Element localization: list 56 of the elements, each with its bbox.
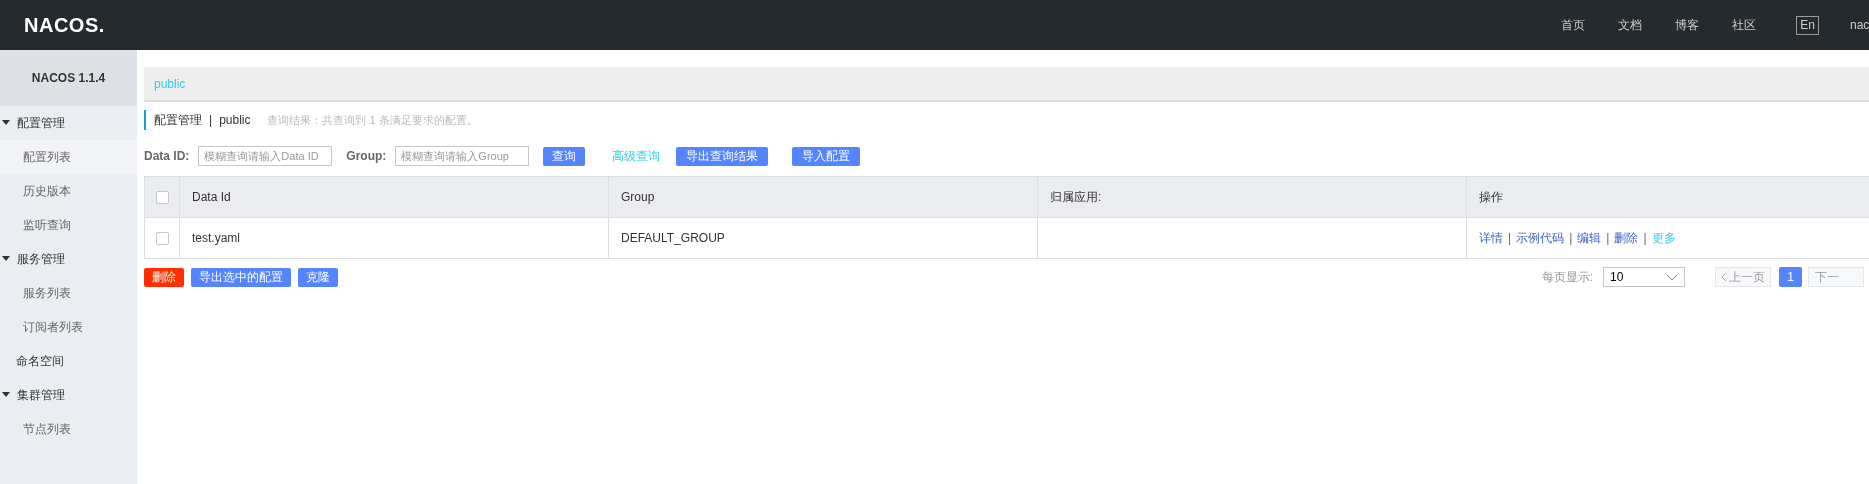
sidebar-item[interactable]: 历史版本	[0, 174, 137, 208]
page-size-label: 每页显示:	[1541, 269, 1593, 286]
nav-link[interactable]: 社区	[1732, 16, 1757, 34]
delete-button[interactable]: 删除	[144, 267, 184, 287]
sidebar-title: NACOS 1.1.4	[0, 50, 137, 106]
action-button[interactable]: 克隆	[298, 267, 338, 287]
sidebar-item[interactable]: 节点列表	[0, 412, 137, 446]
search-field[interactable]: 模糊查询请输入Group	[395, 146, 530, 166]
sidebar-group[interactable]: 服务管理	[0, 242, 137, 276]
page-button[interactable]: 1	[1779, 267, 1802, 287]
sidebar-item[interactable]: 订阅者列表	[0, 310, 137, 344]
caret-icon	[2, 256, 10, 262]
logo[interactable]: NACOS.	[24, 10, 105, 40]
page-size-select[interactable]: 10	[1603, 267, 1685, 287]
caret-icon	[2, 392, 10, 398]
separator: |	[1569, 230, 1573, 247]
table-cell-text: DEFAULT_GROUP	[621, 230, 725, 247]
language-button[interactable]: En	[1796, 15, 1819, 35]
field-label: Group:	[346, 148, 387, 165]
action-link[interactable]: 示例代码	[1516, 229, 1565, 247]
table-cell-text: test.yaml	[192, 230, 240, 247]
page-title: 配置管理	[154, 112, 202, 129]
nav-link[interactable]: 首页	[1561, 16, 1586, 34]
import-button[interactable]: 导入配置	[792, 146, 861, 166]
sidebar-group[interactable]: 集群管理	[0, 378, 137, 412]
chevron-left-icon	[1721, 272, 1727, 282]
user-name[interactable]: nac	[1850, 16, 1869, 34]
sidebar-item[interactable]: 服务列表	[0, 276, 137, 310]
chevron-down-icon	[1666, 273, 1678, 281]
sidebar-item[interactable]: 配置列表	[0, 140, 137, 174]
action-link[interactable]: 详情	[1479, 229, 1503, 247]
column-header: Data Id	[180, 177, 609, 217]
nav-link[interactable]: 文档	[1618, 16, 1643, 34]
column-header: Group	[609, 177, 1038, 217]
action-link[interactable]: 编辑	[1577, 229, 1602, 247]
checkbox[interactable]	[155, 231, 169, 245]
search-field[interactable]: 模糊查询请输入Data ID	[198, 146, 333, 166]
sidebar-item[interactable]: 命名空间	[0, 344, 137, 378]
nav-link[interactable]: 博客	[1675, 16, 1700, 34]
separator: |	[1643, 230, 1647, 247]
separator: |	[1606, 230, 1610, 247]
result-summary: 查询结果：共查询到 1 条满足要求的配置。	[267, 112, 478, 128]
export-button[interactable]: 导出查询结果	[676, 146, 769, 166]
separator: |	[209, 112, 213, 129]
field-label: Data ID:	[144, 148, 190, 165]
namespace-name: public	[219, 112, 251, 129]
sidebar-group[interactable]: 配置管理	[0, 106, 137, 140]
separator: |	[1508, 230, 1512, 247]
column-header: 操作	[1478, 189, 1504, 206]
action-button[interactable]: 导出选中的配置	[191, 267, 291, 287]
action-link[interactable]: 删除	[1614, 229, 1639, 247]
caret-icon	[2, 120, 10, 126]
checkbox[interactable]	[155, 190, 169, 204]
column-header: 归属应用:	[1038, 177, 1467, 217]
sidebar-item[interactable]: 监听查询	[0, 208, 137, 242]
query-button[interactable]: 查询	[543, 146, 586, 166]
